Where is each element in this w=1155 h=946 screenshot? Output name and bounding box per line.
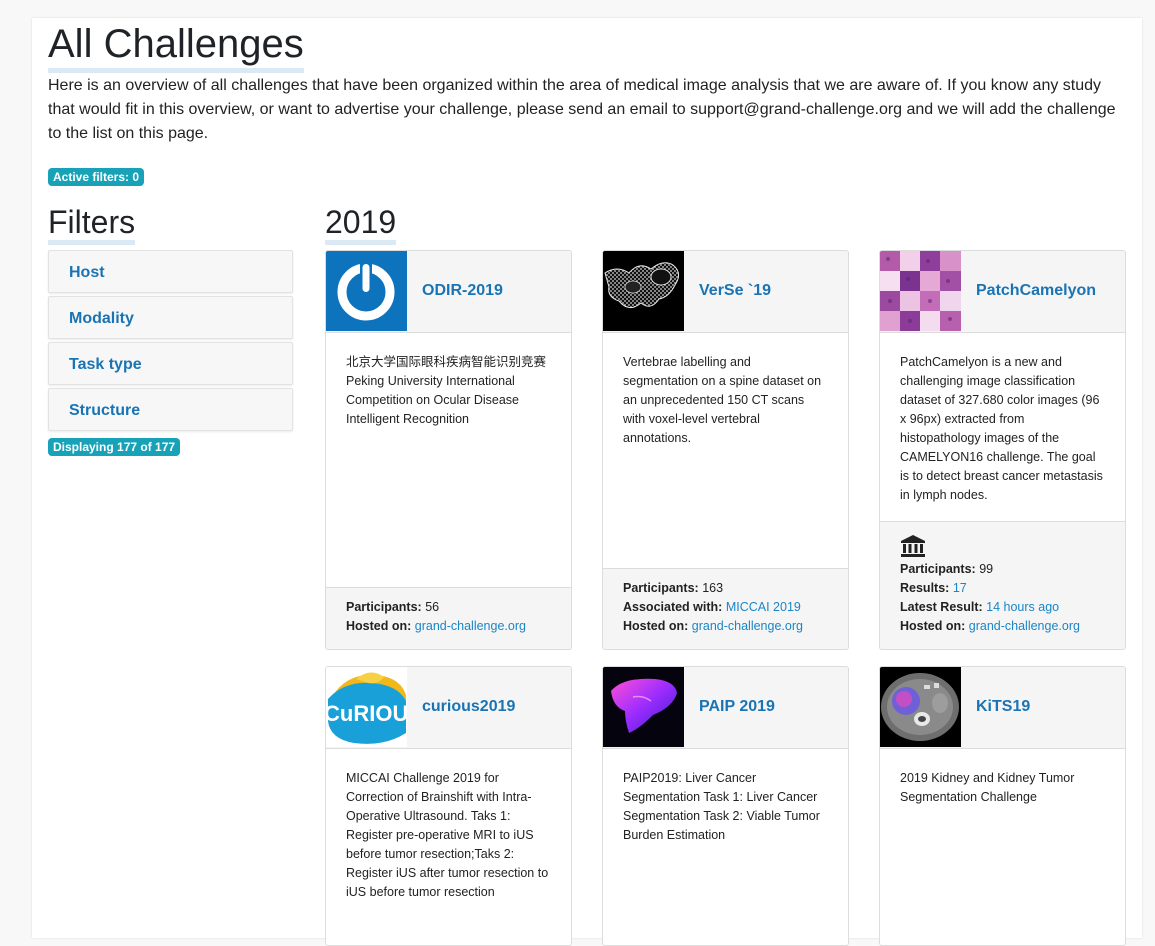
displaying-count-badge: Displaying 177 of 177 xyxy=(48,438,181,456)
active-filters-badge: Active filters: 0 xyxy=(48,168,145,186)
card-description: Vertebrae labelling and segmentation on … xyxy=(623,355,822,445)
card-header: KiTS19 xyxy=(880,667,1125,749)
filter-structure[interactable]: Structure xyxy=(48,388,293,431)
card-description: MICCAI Challenge 2019 for Correction of … xyxy=(346,771,549,899)
challenge-card-verse-19: VerSe `19 Vertebrae labelling and segmen… xyxy=(602,250,849,650)
liver-thumbnail-icon[interactable] xyxy=(603,667,684,747)
card-footer: Participants: 99 Results: 17 Latest Resu… xyxy=(880,521,1125,649)
participants-value: 99 xyxy=(979,562,994,576)
hosted-on-label: Hosted on: xyxy=(346,619,412,633)
associated-with-label: Associated with: xyxy=(623,600,723,614)
year-heading: 2019 xyxy=(325,204,397,245)
card-title-link[interactable]: PAIP 2019 xyxy=(699,667,775,747)
card-header: CuRIOUS curious2019 xyxy=(326,667,571,749)
card-header: VerSe `19 xyxy=(603,251,848,333)
challenge-card-kits19: KiTS19 2019 Kidney and Kidney Tumor Segm… xyxy=(879,666,1126,946)
card-title-link[interactable]: PatchCamelyon xyxy=(976,251,1096,331)
filters-heading: Filters xyxy=(48,204,136,245)
filter-task-type[interactable]: Task type xyxy=(48,342,293,385)
card-footer: Participants: 56 Hosted on: grand-challe… xyxy=(326,587,571,649)
hosted-on-link[interactable]: grand-challenge.org xyxy=(415,619,526,633)
hosted-on-label: Hosted on: xyxy=(623,619,689,633)
challenge-card-paip-2019: PAIP 2019 PAIP2019: Liver Cancer Segment… xyxy=(602,666,849,946)
card-footer: Participants: 163 Associated with: MICCA… xyxy=(603,568,848,649)
latest-result-label: Latest Result: xyxy=(900,600,983,614)
hosted-on-link[interactable]: grand-challenge.org xyxy=(692,619,803,633)
kidney-ct-thumbnail-icon[interactable] xyxy=(880,667,961,747)
participants-value: 163 xyxy=(702,581,724,595)
challenge-card-curious2019: CuRIOUS curious2019 MICCAI Challenge 201… xyxy=(325,666,572,946)
card-header: PatchCamelyon xyxy=(880,251,1125,333)
page-content: All Challenges Here is an overview of al… xyxy=(32,18,1142,946)
filter-modality[interactable]: Modality xyxy=(48,296,293,339)
associated-with-link[interactable]: MICCAI 2019 xyxy=(726,600,801,614)
participants-label: Participants: xyxy=(900,562,976,576)
intro-text: Here is an overview of all challenges th… xyxy=(48,77,1116,142)
page-title: All Challenges xyxy=(48,20,304,73)
filter-host[interactable]: Host xyxy=(48,250,293,293)
spine-mesh-thumbnail-icon[interactable] xyxy=(603,251,684,331)
results-label: Results: xyxy=(900,581,950,595)
card-title-link[interactable]: VerSe `19 xyxy=(699,251,771,331)
curious-logo-icon[interactable]: CuRIOUS xyxy=(326,667,407,747)
participants-value: 56 xyxy=(425,600,440,614)
participants-label: Participants: xyxy=(623,581,699,595)
card-description: 2019 Kidney and Kidney Tumor Segmentatio… xyxy=(900,771,1075,804)
card-title-link[interactable]: ODIR-2019 xyxy=(422,251,503,331)
card-description: PAIP2019: Liver Cancer Segmentation Task… xyxy=(623,771,820,842)
hosted-on-label: Hosted on: xyxy=(900,619,966,633)
latest-result-link[interactable]: 14 hours ago xyxy=(986,600,1059,614)
card-header: PAIP 2019 xyxy=(603,667,848,749)
results-link[interactable]: 17 xyxy=(953,581,967,595)
challenge-card-odir-2019: ODIR-2019 北京大学国际眼科疾病智能识别竞赛 Peking Univer… xyxy=(325,250,572,650)
hosted-on-link[interactable]: grand-challenge.org xyxy=(969,619,1080,633)
challenge-card-patchcamelyon: PatchCamelyon PatchCamelyon is a new and… xyxy=(879,250,1126,650)
curious-logo-text: CuRIOUS xyxy=(326,701,407,726)
card-header: ODIR-2019 xyxy=(326,251,571,333)
participants-label: Participants: xyxy=(346,600,422,614)
histopathology-patches-thumbnail-icon[interactable] xyxy=(880,251,961,331)
odir-power-logo-icon[interactable] xyxy=(326,251,407,331)
card-title-link[interactable]: curious2019 xyxy=(422,667,515,747)
card-description: PatchCamelyon is a new and challenging i… xyxy=(900,355,1103,502)
card-description: 北京大学国际眼科疾病智能识别竞赛 Peking University Inter… xyxy=(346,355,547,426)
institution-icon xyxy=(900,534,1105,560)
card-title-link[interactable]: KiTS19 xyxy=(976,667,1030,747)
